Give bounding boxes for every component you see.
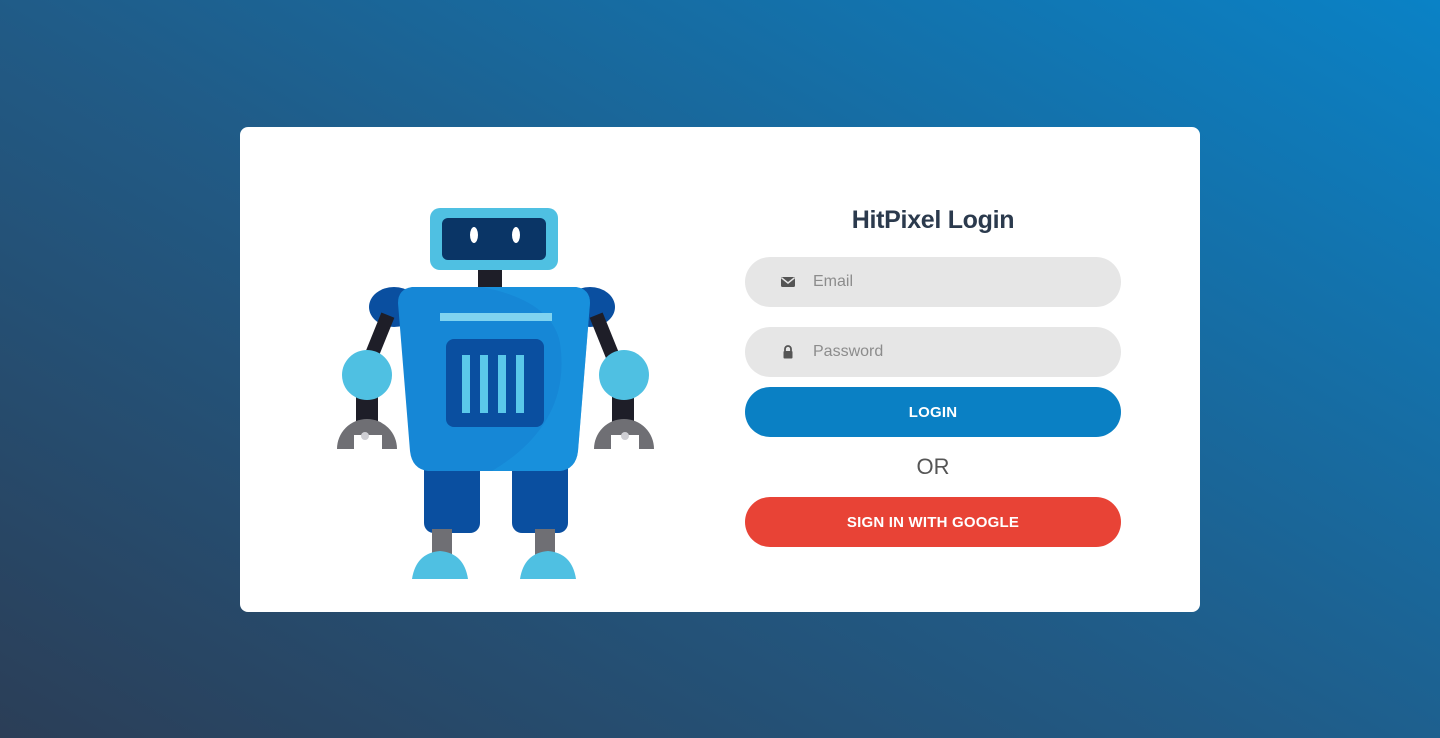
- password-field-wrapper: [745, 327, 1121, 377]
- email-field[interactable]: [745, 257, 1121, 307]
- password-field[interactable]: [745, 327, 1121, 377]
- robot-illustration: [337, 208, 654, 579]
- google-signin-button[interactable]: SIGN IN WITH GOOGLE: [745, 497, 1121, 547]
- email-field-wrapper: [745, 257, 1121, 307]
- login-button[interactable]: LOGIN: [745, 387, 1121, 437]
- envelope-icon: [781, 277, 795, 287]
- page-title: HitPixel Login: [851, 206, 1015, 234]
- login-card: HitPixel Login LOGIN OR SIGN IN WITH GOO…: [240, 127, 1200, 612]
- or-divider: OR: [916, 454, 950, 479]
- login-form: HitPixel Login LOGIN OR SIGN IN WITH GOO…: [745, 127, 1121, 547]
- lock-icon: [783, 345, 793, 359]
